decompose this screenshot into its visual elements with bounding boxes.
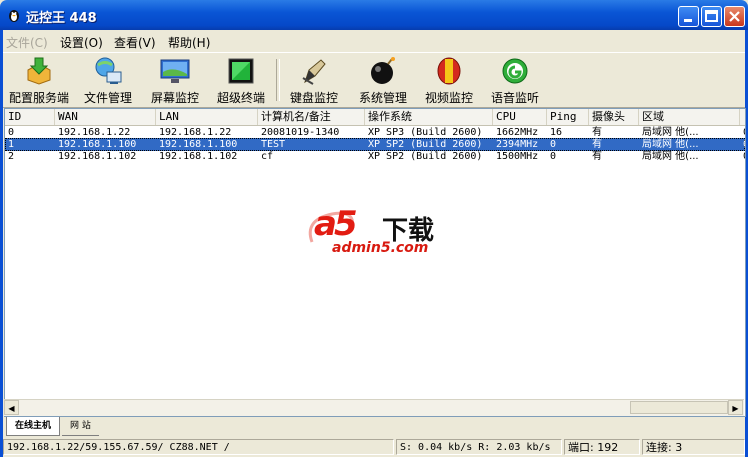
screen-monitor-icon [160,59,190,83]
column-header-lan[interactable]: LAN [156,109,258,125]
screen-monitor-button[interactable]: 屏幕监控 [148,56,202,105]
tab-website[interactable]: 网 站 [62,417,99,436]
file-manager-icon [95,57,122,84]
tab-online-hosts[interactable]: 在线主机 [6,417,61,436]
file-manager-button[interactable]: 文件管理 [81,56,135,105]
cell-lan: 192.168.1.102 [159,151,238,162]
keyboard-pen-icon [302,59,326,85]
toolbar-label: 屏幕监控 [150,91,199,105]
bomb-icon [371,57,395,84]
close-icon [729,11,740,22]
cell-ping: 0 [550,151,557,162]
cell-cpu: 1500MHz [496,151,539,162]
terminal-button[interactable]: 超级终端 [214,56,268,105]
cell-camera: 有 [592,151,602,162]
toolbar-label: 视频监控 [424,91,473,105]
title-bar[interactable]: 远控王 448 [0,0,748,30]
toolbar-label: 键盘监控 [289,91,338,105]
window-title: 远控王 448 [26,11,97,26]
video-icon [437,57,461,85]
toolbar-label: 超级终端 [216,91,265,105]
config-server-button[interactable]: 配置服务端 [7,56,71,105]
horizontal-scrollbar[interactable]: ◀ ▶ [4,399,744,416]
scroll-right-button[interactable]: ▶ [728,400,743,415]
minimize-button[interactable] [678,6,699,27]
scrollbar-thumb[interactable] [630,401,728,414]
column-header-id[interactable]: ID [5,109,55,125]
menu-file[interactable]: 文件(C) [6,34,48,51]
cell-extra: 0 [740,150,745,163]
audio-monitor-button[interactable]: 语音监听 [488,56,542,105]
column-header-camera[interactable]: 摄像头 [589,109,639,125]
menu-bar: 文件(C) 设置(O) 查看(V) 帮助(H) [3,31,745,51]
column-header-extra[interactable] [740,109,745,125]
menu-view[interactable]: 查看(V) [114,34,156,51]
minimize-icon [684,19,692,22]
toolbar: 配置服务端 文件管理 屏幕监控 超级终端 键盘监控 系统管理 视频监控 语音监听 [3,52,745,108]
arrow-right-icon: ▶ [732,404,739,413]
system-manager-button[interactable]: 系统管理 [356,56,410,105]
watermark-site: admin5.com [332,240,429,256]
terminal-icon [228,58,254,84]
column-header-region[interactable]: 区域 [639,109,740,125]
column-header-ping[interactable]: Ping [547,109,589,125]
status-speed: S: 0.04 kb/s R: 2.03 kb/s [396,439,562,455]
toolbar-label: 文件管理 [83,91,132,105]
bottom-tabs: 在线主机 网 站 [4,417,744,437]
status-bar: 192.168.1.22/59.155.67.59/ CZ88.NET / S:… [3,438,745,457]
cell-id: 2 [8,151,15,162]
column-header-os[interactable]: 操作系统 [365,109,493,125]
column-header-cpu[interactable]: CPU [493,109,547,125]
watermark-logo: a5 下载 admin5.com [304,200,454,260]
cell-wan: 192.168.1.102 [58,151,137,162]
arrow-left-icon: ◀ [8,404,15,413]
maximize-icon [705,10,718,22]
audio-icon [502,58,528,84]
cell-region: 局域网 他(... [642,151,699,162]
toolbar-label: 系统管理 [358,91,407,105]
toolbar-separator [276,59,280,101]
close-button[interactable] [724,6,745,27]
status-port: 端口: 192 [564,439,640,455]
column-header-computer-name[interactable]: 计算机名/备注 [258,109,365,125]
video-monitor-button[interactable]: 视频监控 [422,56,476,105]
maximize-button[interactable] [701,6,722,27]
menu-settings[interactable]: 设置(O) [60,34,103,51]
download-config-icon [27,57,51,85]
host-list[interactable]: ID WAN LAN 计算机名/备注 操作系统 CPU Ping 摄像头 区域 … [4,108,746,417]
column-header-wan[interactable]: WAN [55,109,156,125]
status-address: 192.168.1.22/59.155.67.59/ CZ88.NET / [3,439,394,455]
watermark-a5: a5 [314,204,358,244]
table-row[interactable]: 2 192.168.1.102 192.168.1.102 cf XP SP2 (Bui… [5,150,745,163]
toolbar-label: 配置服务端 [8,91,69,105]
cell-os: XP SP2 (Build 2600) [368,151,483,162]
app-penguin-icon [9,10,19,22]
status-connections: 连接: 3 [642,439,745,455]
menu-help[interactable]: 帮助(H) [168,34,210,51]
scroll-left-button[interactable]: ◀ [4,400,19,415]
cell-computer-name: cf [261,151,274,162]
keyboard-monitor-button[interactable]: 键盘监控 [287,56,341,105]
list-header: ID WAN LAN 计算机名/备注 操作系统 CPU Ping 摄像头 区域 [5,109,745,126]
toolbar-label: 语音监听 [490,91,539,105]
